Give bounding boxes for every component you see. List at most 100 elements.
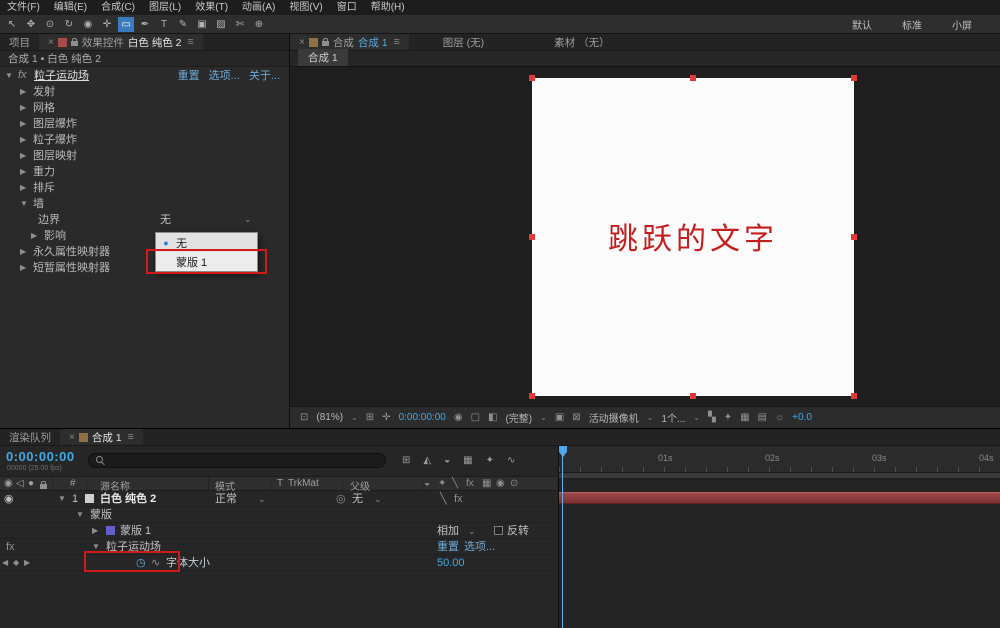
text-tool[interactable]: T bbox=[156, 17, 172, 32]
snapshot-icon[interactable]: ◉ bbox=[454, 412, 463, 423]
twirl-closed-icon[interactable]: ▶ bbox=[20, 87, 33, 96]
twirl-closed-icon[interactable]: ▶ bbox=[20, 247, 33, 256]
panel-menu-icon[interactable]: ≡ bbox=[394, 36, 400, 48]
menu-item[interactable]: 窗口 bbox=[330, 0, 364, 15]
flowchart-icon[interactable]: ▤ bbox=[758, 412, 767, 423]
shy-switch-icon[interactable]: ◒ bbox=[424, 478, 430, 489]
camera-chevron-icon[interactable]: ⌄ bbox=[647, 413, 654, 422]
zoom-chevron-icon[interactable]: ⌄ bbox=[351, 413, 358, 422]
dropdown-option-none[interactable]: ● 无 bbox=[156, 233, 257, 252]
twirl-closed-icon[interactable]: ▶ bbox=[20, 183, 33, 192]
tab-render-queue[interactable]: 渲染队列 bbox=[0, 429, 60, 445]
tab-composition[interactable]: × 合成 合成 1 ≡ bbox=[290, 34, 409, 50]
hand-tool[interactable]: ✥ bbox=[23, 17, 39, 32]
property-value[interactable]: 50.00 bbox=[437, 555, 465, 571]
grid-guides-icon[interactable]: ⊞ bbox=[366, 412, 374, 423]
pen-tool[interactable]: ✒ bbox=[137, 17, 153, 32]
track-row[interactable] bbox=[559, 540, 1000, 556]
shape-tool[interactable]: ▭ bbox=[118, 17, 134, 32]
wall-group-row[interactable]: ▼ 墙 bbox=[0, 195, 289, 211]
shy-layers-icon[interactable]: ◒ bbox=[444, 455, 450, 466]
workspace-tab[interactable]: 默认 bbox=[852, 17, 872, 32]
comp-viewer-subtab[interactable]: 合成 1 bbox=[298, 49, 348, 66]
twirl-closed-icon[interactable]: ▶ bbox=[20, 151, 33, 160]
exposure-value[interactable]: +0.0 bbox=[792, 412, 812, 423]
quality-switch-icon[interactable]: ╲ bbox=[452, 478, 458, 489]
frame-blend-switch-icon[interactable]: ▦ bbox=[482, 478, 491, 489]
layer-track-row[interactable] bbox=[559, 492, 1000, 508]
effect-switch-icon[interactable]: fx bbox=[454, 491, 463, 507]
menu-item[interactable]: 动画(A) bbox=[235, 0, 282, 15]
panel-menu-icon[interactable]: ≡ bbox=[128, 431, 134, 443]
composition-viewer[interactable]: 跳跃的文字 bbox=[290, 67, 1000, 406]
view-layout-menu[interactable]: 1个... bbox=[661, 410, 685, 425]
layer-duration-bar[interactable] bbox=[559, 492, 1000, 504]
timeline-search-input[interactable] bbox=[88, 453, 386, 468]
tab-effect-controls[interactable]: × 效果控件 白色 纯色 2 ≡ bbox=[39, 34, 203, 50]
close-icon[interactable]: × bbox=[48, 37, 54, 48]
show-snapshot-icon[interactable]: ▢ bbox=[471, 412, 480, 423]
solo-icon[interactable]: ● bbox=[28, 478, 34, 489]
mini-flowchart-icon[interactable]: ⊞ bbox=[402, 455, 410, 466]
motion-blur-switch-icon[interactable]: ◉ bbox=[496, 478, 505, 489]
eye-icon[interactable]: ◉ bbox=[4, 491, 14, 507]
mask-color-chip[interactable] bbox=[106, 526, 115, 535]
layer-mode-dropdown[interactable]: 正常 bbox=[215, 491, 237, 507]
current-time-display[interactable]: 0:00:00:00 bbox=[6, 449, 75, 464]
track-row[interactable] bbox=[559, 508, 1000, 524]
puppet-pin-tool[interactable]: ⊕ bbox=[251, 17, 267, 32]
brush-tool[interactable]: ✎ bbox=[175, 17, 191, 32]
workspace-tab[interactable]: 小屏 bbox=[952, 17, 972, 32]
trkmat-column[interactable]: TrkMat bbox=[288, 478, 319, 489]
property-name[interactable]: 字体大小 bbox=[166, 555, 210, 571]
effect-group-row[interactable]: ▶ 粒子爆炸 bbox=[0, 131, 289, 147]
menu-item[interactable]: 编辑(E) bbox=[47, 0, 94, 15]
group-twirl-icon[interactable]: ▼ bbox=[76, 507, 84, 523]
work-area-bar[interactable] bbox=[559, 473, 1000, 479]
panel-menu-icon[interactable]: ≡ bbox=[188, 36, 194, 48]
stopwatch-icon[interactable]: ◷ bbox=[136, 555, 146, 571]
resolution-chevron-icon[interactable]: ⌄ bbox=[540, 413, 547, 422]
twirl-closed-icon[interactable]: ▶ bbox=[20, 263, 33, 272]
menu-item[interactable]: 图层(L) bbox=[142, 0, 188, 15]
reset-link[interactable]: 重置 bbox=[437, 539, 459, 555]
effect-group-row[interactable]: ▶ 发射 bbox=[0, 83, 289, 99]
selection-handle[interactable] bbox=[851, 234, 857, 240]
effect-twirl-icon[interactable]: ▼ bbox=[92, 539, 100, 555]
pan-behind-tool[interactable]: ✛ bbox=[99, 17, 115, 32]
close-icon[interactable]: × bbox=[69, 432, 75, 443]
adjustment-switch-icon[interactable]: ⊙ bbox=[510, 478, 518, 489]
playhead-handle[interactable] bbox=[559, 446, 567, 457]
monitor-icon[interactable]: ⊡ bbox=[300, 412, 308, 423]
composition-canvas[interactable]: 跳跃的文字 bbox=[532, 78, 854, 396]
pickwhip-icon[interactable]: ◎ bbox=[336, 491, 346, 507]
selection-tool[interactable]: ↖ bbox=[4, 17, 20, 32]
options-link[interactable]: 选项... bbox=[209, 67, 240, 83]
menu-item[interactable]: 视图(V) bbox=[282, 0, 329, 15]
about-link[interactable]: 关于... bbox=[249, 67, 280, 83]
zoom-level[interactable]: (81%) bbox=[316, 412, 343, 423]
rotation-tool[interactable]: ↻ bbox=[61, 17, 77, 32]
twirl-closed-icon[interactable]: ▶ bbox=[31, 231, 44, 240]
effect-group-row[interactable]: ▶ 排斥 bbox=[0, 179, 289, 195]
mask-twirl-icon[interactable]: ▶ bbox=[92, 523, 98, 539]
pixel-aspect-icon[interactable]: ▚ bbox=[708, 412, 716, 423]
quality-switch-icon[interactable]: ╲ bbox=[440, 491, 447, 507]
selection-handle[interactable] bbox=[690, 393, 696, 399]
twirl-closed-icon[interactable]: ▶ bbox=[20, 167, 33, 176]
frame-blend-icon[interactable]: ▦ bbox=[463, 455, 472, 466]
menu-item[interactable]: 合成(C) bbox=[94, 0, 142, 15]
timeline-button-icon[interactable]: ▦ bbox=[740, 412, 749, 423]
resolution-value[interactable]: (完整) bbox=[505, 410, 532, 425]
eraser-tool[interactable]: ▨ bbox=[213, 17, 229, 32]
effect-header-row[interactable]: ▼ fx 粒子运动场 重置 选项... 关于... bbox=[0, 67, 289, 83]
twirl-closed-icon[interactable]: ▶ bbox=[20, 103, 33, 112]
roto-brush-tool[interactable]: ✄ bbox=[232, 17, 248, 32]
timeline-track-area[interactable]: 01s02s03s04s bbox=[558, 446, 1000, 628]
motion-blur-icon[interactable]: ✦ bbox=[486, 455, 494, 466]
effect-row[interactable]: fx ▼ 粒子运动场 重置 选项... bbox=[0, 539, 557, 555]
chevron-down-icon[interactable]: ⌄ bbox=[468, 523, 476, 539]
camera-tool[interactable]: ◉ bbox=[80, 17, 96, 32]
property-row[interactable]: ◀ ◆ ▶ ◷ ∿ 字体大小 50.00 bbox=[0, 555, 557, 571]
current-time-indicator[interactable] bbox=[562, 446, 563, 628]
